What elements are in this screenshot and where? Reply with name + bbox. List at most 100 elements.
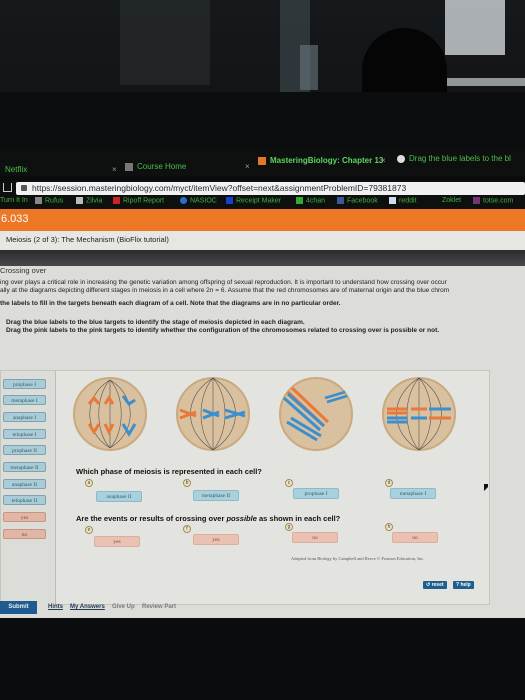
- label-yes[interactable]: yes: [3, 512, 46, 522]
- label-anaphase-i[interactable]: anaphase I: [3, 412, 46, 422]
- label-bank: prophase I metaphase I anaphase I teloph…: [1, 371, 56, 606]
- my-answers-link[interactable]: My Answers: [70, 604, 105, 610]
- problem-content: Crossing over ing over plays a critical …: [0, 266, 525, 618]
- question-emphasis: possible: [226, 514, 257, 523]
- mouse-cursor-icon: [484, 484, 488, 491]
- divider-band: [0, 250, 525, 266]
- cell-diagrams: [73, 377, 456, 451]
- receipt-maker-icon: [226, 197, 233, 204]
- target-letter-a: a: [85, 479, 93, 487]
- url-input[interactable]: https://session.masteringbiology.com/myc…: [16, 182, 525, 195]
- bookmark-4chan[interactable]: 4chan: [296, 197, 325, 204]
- bookmarks-bar: Turn It In Rufus Zilvia Ripoff Report NA…: [0, 195, 525, 209]
- intro-text-line: ing over plays a critical role in increa…: [0, 279, 447, 286]
- rufus-icon: [35, 197, 42, 204]
- totse-icon: [473, 197, 480, 204]
- target-letter-c: c: [285, 479, 293, 487]
- label-metaphase-i[interactable]: metaphase I: [3, 395, 46, 405]
- close-icon[interactable]: ×: [245, 162, 250, 171]
- drop-target-b[interactable]: metaphase II: [193, 490, 239, 501]
- bookmark-ripoff-report[interactable]: Ripoff Report: [113, 197, 164, 204]
- give-up-link[interactable]: Give Up: [112, 604, 135, 610]
- item-title: Meiosis (2 of 3): The Mechanism (BioFlix…: [6, 235, 169, 244]
- label-telophase-ii[interactable]: telophase II: [3, 495, 46, 505]
- tab-label: Course Home: [137, 162, 187, 171]
- target-letter-d: d: [385, 479, 393, 487]
- cell-diagram-a: [73, 377, 147, 451]
- url-text: https://session.masteringbiology.com/myc…: [32, 183, 407, 193]
- submit-button[interactable]: Submit: [0, 601, 37, 614]
- label-prophase-ii[interactable]: prophase II: [3, 445, 46, 455]
- course-header-bar: 6.033: [0, 209, 525, 231]
- reset-button[interactable]: ↺ reset: [423, 581, 447, 589]
- drop-target-g[interactable]: no: [292, 532, 338, 543]
- target-letter-g: g: [285, 523, 293, 531]
- label-no[interactable]: no: [3, 529, 46, 539]
- nasioc-icon: [180, 197, 187, 204]
- tab-google-search[interactable]: Drag the blue labels to the bl: [397, 154, 511, 163]
- help-button[interactable]: ? help: [453, 581, 474, 589]
- course-number: 6.033: [1, 213, 29, 225]
- drop-target-e[interactable]: yes: [94, 536, 140, 547]
- tab-masteringbiology[interactable]: MasteringBiology: Chapter 13: [258, 156, 383, 165]
- bookmark-zoklet[interactable]: Zoklet: [442, 197, 461, 204]
- monitor-bezel-bottom: [0, 618, 525, 700]
- bookmark-label: Zilvia: [86, 197, 103, 205]
- home-icon[interactable]: [3, 183, 12, 192]
- target-letter-f: f: [183, 525, 191, 533]
- lock-icon: [21, 185, 27, 191]
- address-bar-row: https://session.masteringbiology.com/myc…: [0, 181, 525, 195]
- label-telophase-i[interactable]: telophase I: [3, 429, 46, 439]
- 4chan-icon: [296, 197, 303, 204]
- drop-target-d[interactable]: metaphase I: [390, 488, 436, 499]
- cell-diagram-d: [382, 377, 456, 451]
- close-icon[interactable]: ×: [112, 165, 117, 174]
- drop-target-c[interactable]: prophase I: [293, 488, 339, 499]
- hints-link[interactable]: Hints: [48, 604, 63, 610]
- cell-diagram-c: [279, 377, 353, 451]
- bookmark-label: NASIOC: [190, 197, 217, 205]
- masteringbiology-icon: [258, 156, 266, 165]
- tab-course-home[interactable]: Course Home: [125, 162, 186, 171]
- instruction-blue: Drag the blue labels to the blue targets…: [6, 319, 305, 326]
- google-icon: [397, 154, 405, 163]
- bookmark-rufus[interactable]: Rufus: [35, 197, 63, 204]
- reddit-icon: [389, 197, 396, 204]
- bookmark-receipt-maker[interactable]: Receipt Maker: [226, 197, 281, 204]
- bookmark-label: Receipt Maker: [236, 197, 282, 205]
- bookmark-label: 4chan: [306, 197, 326, 205]
- target-letter-h: h: [385, 523, 393, 531]
- question-text: as shown in each cell?: [256, 514, 341, 523]
- drag-drop-panel: prophase I metaphase I anaphase I teloph…: [0, 370, 490, 606]
- question-crossing-over: Are the events or results of crossing ov…: [76, 514, 340, 523]
- tab-netflix[interactable]: Netflix: [5, 165, 27, 174]
- drop-target-h[interactable]: no: [392, 532, 438, 543]
- review-part-link[interactable]: Review Part: [142, 604, 176, 610]
- bookmark-totse[interactable]: totse.com: [473, 197, 513, 204]
- question-text: Are the events or results of crossing ov…: [76, 514, 227, 523]
- label-prophase-i[interactable]: prophase I: [3, 379, 46, 389]
- bookmark-label: Rufus: [45, 197, 64, 205]
- label-metaphase-ii[interactable]: metaphase II: [3, 462, 46, 472]
- bookmark-reddit[interactable]: reddit: [389, 197, 417, 204]
- target-letter-e: e: [85, 526, 93, 534]
- bookmark-zilvia[interactable]: Zilvia: [76, 197, 102, 204]
- bookmark-label: Facebook: [347, 197, 378, 205]
- answer-footer: Submit Hints My Answers Give Up Review P…: [0, 598, 525, 618]
- close-icon[interactable]: ×: [381, 156, 386, 165]
- drop-target-f[interactable]: yes: [193, 534, 239, 545]
- drop-target-a[interactable]: anaphase II: [96, 491, 142, 502]
- facebook-icon: [337, 197, 344, 204]
- item-title-bar: Meiosis (2 of 3): The Mechanism (BioFlix…: [0, 231, 525, 250]
- question-phase: Which phase of meiosis is represented in…: [76, 467, 262, 476]
- image-credit: Adapted from Biology by Campbell and Ree…: [291, 556, 425, 561]
- section-heading: Crossing over: [0, 266, 47, 275]
- tab-label: MasteringBiology: Chapter 13: [270, 156, 384, 165]
- target-letter-b: b: [183, 479, 191, 487]
- bookmark-turnitin[interactable]: Turn It In: [0, 197, 28, 204]
- instruction-pink: Drag the pink labels to the pink targets…: [6, 327, 440, 334]
- bookmark-nasioc[interactable]: NASIOC: [180, 197, 217, 204]
- bookmark-facebook[interactable]: Facebook: [337, 197, 378, 204]
- tab-label: Drag the blue labels to the bl: [409, 154, 511, 163]
- label-anaphase-ii[interactable]: anaphase II: [3, 479, 46, 489]
